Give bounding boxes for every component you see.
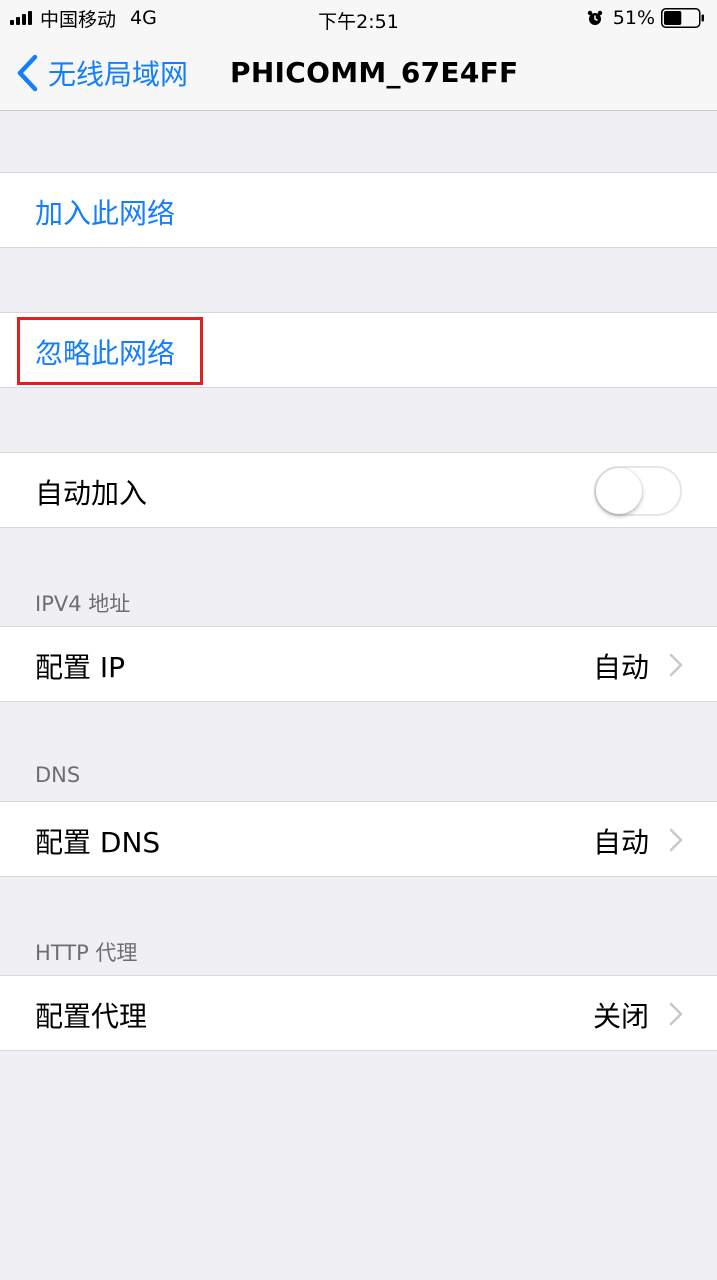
auto-join-label: 自动加入 (35, 477, 148, 510)
join-network-button[interactable]: 加入此网络 (0, 172, 717, 248)
page-title: PHICOMM_67E4FF (230, 56, 519, 89)
configure-ip-value: 自动 (592, 651, 649, 684)
join-network-label: 加入此网络 (35, 197, 176, 230)
configure-dns-row[interactable]: 配置 DNS 自动 (0, 801, 717, 877)
back-label: 无线局域网 (48, 58, 189, 91)
configure-ip-row[interactable]: 配置 IP 自动 (0, 626, 717, 702)
chevron-right-icon (669, 653, 683, 677)
chevron-left-icon (17, 54, 38, 92)
configure-proxy-value: 关闭 (592, 1000, 649, 1033)
alarm-clock-icon (587, 10, 602, 25)
highlight-box (17, 317, 203, 385)
dns-section-header: DNS (35, 763, 81, 787)
auto-join-toggle[interactable] (594, 466, 682, 516)
chevron-right-icon (669, 1002, 683, 1026)
status-right: 51% (587, 7, 705, 29)
battery-icon (661, 8, 704, 28)
configure-dns-value: 自动 (592, 826, 649, 859)
configure-ip-label: 配置 IP (35, 651, 126, 684)
battery-percent: 51% (612, 7, 655, 29)
configure-dns-label: 配置 DNS (35, 826, 161, 859)
status-bar: 中国移动 4G 下午2:51 51% (0, 0, 717, 36)
ipv4-section-header: IPV4 地址 (35, 592, 131, 616)
auto-join-row: 自动加入 (0, 452, 717, 528)
chevron-right-icon (669, 828, 683, 852)
back-button[interactable]: 无线局域网 (16, 54, 188, 92)
navigation-bar: 无线局域网 PHICOMM_67E4FF (0, 36, 717, 111)
configure-proxy-row[interactable]: 配置代理 关闭 (0, 975, 717, 1051)
toggle-knob (596, 468, 642, 514)
http-proxy-section-header: HTTP 代理 (35, 941, 138, 965)
configure-proxy-label: 配置代理 (35, 1000, 148, 1033)
